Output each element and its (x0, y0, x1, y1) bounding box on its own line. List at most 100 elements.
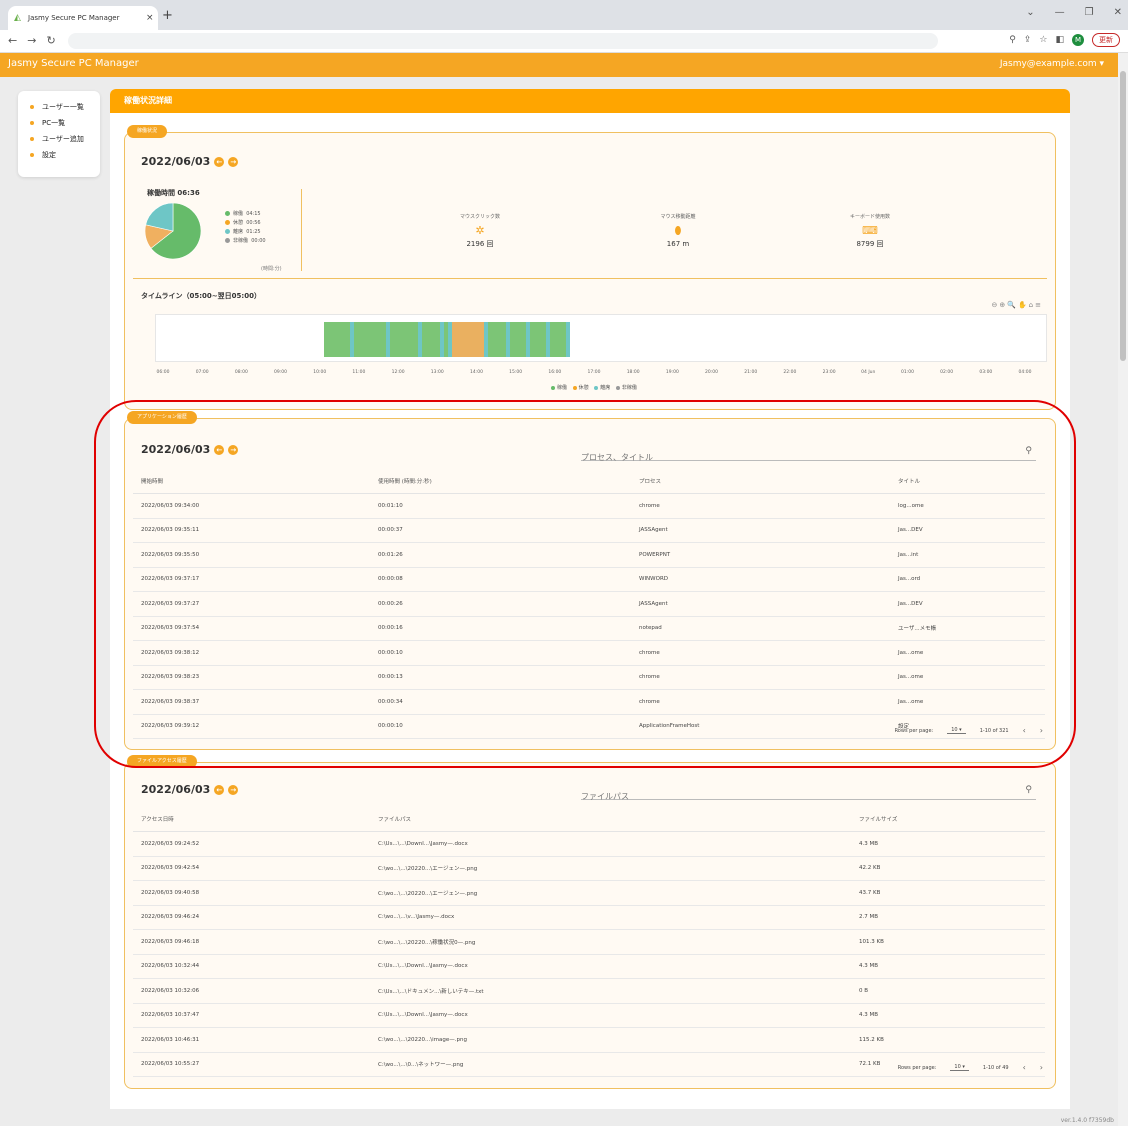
table-cell: 2022/06/03 09:24:52 (133, 831, 370, 857)
table-row[interactable]: 2022/06/03 09:24:52 C:\Us...\...\Downl...… (133, 831, 1045, 857)
close-window-icon[interactable]: ✕ (1114, 7, 1122, 18)
restore-icon[interactable]: ❐ (1085, 7, 1094, 18)
search-icon[interactable]: ⚲ (1025, 446, 1032, 456)
prev-date-button[interactable]: ← (214, 444, 225, 455)
table-row[interactable]: 2022/06/03 10:46:31 C:\wo...\...\20220...… (133, 1027, 1045, 1053)
timeline-tick-label: 07:00 (195, 370, 209, 375)
table-cell: 00:00:34 (370, 689, 631, 715)
legend-item: 休憩 00:56 (225, 219, 266, 228)
sidebar-item-pc-list[interactable]: PC一覧 (18, 115, 100, 131)
browser-tab[interactable]: ◭ Jasmy Secure PC Manager × (8, 6, 158, 30)
column-header[interactable]: タイトル (890, 469, 1045, 494)
filepath-search-input[interactable] (581, 792, 1001, 801)
column-header[interactable]: アクセス日時 (133, 807, 370, 832)
table-row[interactable]: 2022/06/03 10:32:06 C:\Us...\...\ドキュメン...… (133, 978, 1045, 1004)
table-row[interactable]: 2022/06/03 09:38:23 00:00:13 chrome Jas...o… (133, 665, 1045, 690)
prev-date-button[interactable]: ← (214, 156, 225, 167)
next-date-button[interactable]: → (228, 444, 239, 455)
table-cell: 2022/06/03 09:37:17 (133, 567, 370, 592)
table-row[interactable]: 2022/06/03 09:37:54 00:00:16 notepad ユーザ...… (133, 616, 1045, 641)
table-row[interactable]: 2022/06/03 09:34:00 00:01:10 chrome log...o… (133, 493, 1045, 519)
minimize-icon[interactable]: — (1055, 7, 1065, 18)
user-menu[interactable]: Jasmy@example.com ▾ (1000, 59, 1104, 69)
table-cell: C:\Us...\...\ドキュメン...\新しいテキ—.txt (370, 978, 851, 1004)
keyboard-icon: ⌨ (862, 224, 878, 237)
table-cell: JASSAgent (631, 591, 890, 617)
table-cell: Jas...ome (890, 665, 1045, 690)
update-button[interactable]: 更新 (1092, 33, 1120, 47)
table-cell: 2022/06/03 09:34:00 (133, 493, 370, 519)
column-header[interactable]: 開始時間 (133, 469, 370, 494)
table-cell: 00:01:26 (370, 542, 631, 568)
table-row[interactable]: 2022/06/03 09:35:50 00:01:26 POWERPNT Jas..… (133, 542, 1045, 568)
table-row[interactable]: 2022/06/03 09:35:11 00:00:37 JASSAgent Jas.… (133, 518, 1045, 543)
table-cell: 43.7 KB (851, 880, 1045, 906)
table-cell: 2022/06/03 09:38:37 (133, 689, 370, 715)
sidepanel-icon[interactable]: ◧ (1055, 35, 1064, 45)
page-scrollbar[interactable] (1118, 53, 1128, 1126)
column-header[interactable]: プロセス (631, 469, 890, 494)
stat-label: キーボード使用数 (849, 214, 890, 220)
new-tab-button[interactable]: + (162, 8, 173, 23)
share-icon[interactable]: ⇪ (1024, 35, 1032, 45)
table-row[interactable]: 2022/06/03 09:38:12 00:00:10 chrome Jas...o… (133, 640, 1045, 666)
next-page-icon[interactable]: › (1040, 726, 1043, 735)
legend-item: 非稼働 00:00 (225, 237, 266, 246)
table-cell: 00:00:10 (370, 640, 631, 666)
prev-page-icon[interactable]: ‹ (1023, 726, 1026, 735)
forward-icon[interactable]: → (27, 34, 36, 47)
column-header[interactable]: ファイルパス (370, 807, 851, 832)
sidebar-item-user-list[interactable]: ユーザー一覧 (18, 99, 100, 115)
process-search-input[interactable] (581, 453, 1001, 462)
table-row[interactable]: 2022/06/03 10:37:47 C:\Us...\...\Downl...… (133, 1003, 1045, 1028)
timeline-tick-label: 12:00 (391, 370, 405, 375)
table-row[interactable]: 2022/06/03 09:37:27 00:00:26 JASSAgent Jas.… (133, 591, 1045, 617)
table-cell: 2022/06/03 10:46:31 (133, 1027, 370, 1053)
next-date-button[interactable]: → (228, 784, 239, 795)
url-input[interactable] (68, 33, 938, 49)
prev-page-icon[interactable]: ‹ (1023, 1063, 1026, 1072)
legend-label: 離席 (233, 229, 244, 235)
prev-date-button[interactable]: ← (214, 784, 225, 795)
reload-icon[interactable]: ↻ (46, 34, 55, 47)
table-row[interactable]: 2022/06/03 09:46:24 C:\wo...\...\v...\Jas… (133, 905, 1045, 930)
legend-label: 非稼働 (233, 238, 249, 244)
table-row[interactable]: 2022/06/03 09:42:54 C:\wo...\...\20220...… (133, 856, 1045, 881)
bullet-icon (30, 105, 34, 109)
star-icon[interactable]: ☆ (1039, 35, 1047, 45)
scrollbar-thumb[interactable] (1120, 71, 1126, 361)
zoom-icon[interactable]: ⚲ (1009, 35, 1016, 45)
table-cell: C:\Us...\...\Downl...\Jasmy—.docx (370, 831, 851, 857)
back-icon[interactable]: ← (8, 34, 17, 47)
table-row[interactable]: 2022/06/03 09:37:17 00:00:08 WINWORD Jas...… (133, 567, 1045, 592)
rows-per-page-select[interactable]: 10 ▾ (947, 727, 966, 734)
sidebar-item-settings[interactable]: 設定 (18, 147, 100, 163)
next-page-icon[interactable]: › (1040, 1063, 1043, 1072)
table-cell: chrome (631, 640, 890, 666)
timeline-segment (566, 322, 570, 357)
tab-close-icon[interactable]: × (146, 13, 158, 23)
table-row[interactable]: 2022/06/03 09:46:18 C:\wo...\...\20220...… (133, 929, 1045, 955)
browser-tab-bar: ◭ Jasmy Secure PC Manager × + ⌄ — ❐ ✕ (0, 0, 1128, 30)
next-date-button[interactable]: → (228, 156, 239, 167)
search-icon[interactable]: ⚲ (1025, 785, 1032, 795)
column-header[interactable]: 使用時間 (時間:分:秒) (370, 469, 631, 494)
timeline-chart (155, 314, 1047, 362)
table-cell: C:\Us...\...\Downl...\Jasmy—.docx (370, 1003, 851, 1028)
table-cell: C:\wo...\...\20220...\エージェン—.png (370, 880, 851, 906)
sidebar-item-add-user[interactable]: ユーザー追加 (18, 131, 100, 147)
table-cell: Jas...int (890, 542, 1045, 568)
legend-swatch (572, 385, 577, 390)
rows-per-page-select[interactable]: 10 ▾ (950, 1064, 969, 1071)
table-row[interactable]: 2022/06/03 10:32:44 C:\Us...\...\Downl...… (133, 954, 1045, 979)
column-header[interactable]: ファイルサイズ (851, 807, 1045, 832)
legend-item: 離席 01:25 (225, 228, 266, 237)
table-cell: C:\wo...\...\v...\Jasmy—.docx (370, 905, 851, 930)
timeline-toolbar[interactable]: ⊖⊕🔍✋⌂≡ (992, 301, 1043, 309)
timeline-tick-label: 04 Jun (861, 370, 876, 375)
tab-search-icon[interactable]: ⌄ (1026, 7, 1034, 18)
profile-avatar[interactable]: M (1072, 34, 1084, 46)
timeline-segment (324, 322, 350, 357)
table-row[interactable]: 2022/06/03 09:40:58 C:\wo...\...\20220...… (133, 880, 1045, 906)
table-row[interactable]: 2022/06/03 09:38:37 00:00:34 chrome Jas...o… (133, 689, 1045, 715)
